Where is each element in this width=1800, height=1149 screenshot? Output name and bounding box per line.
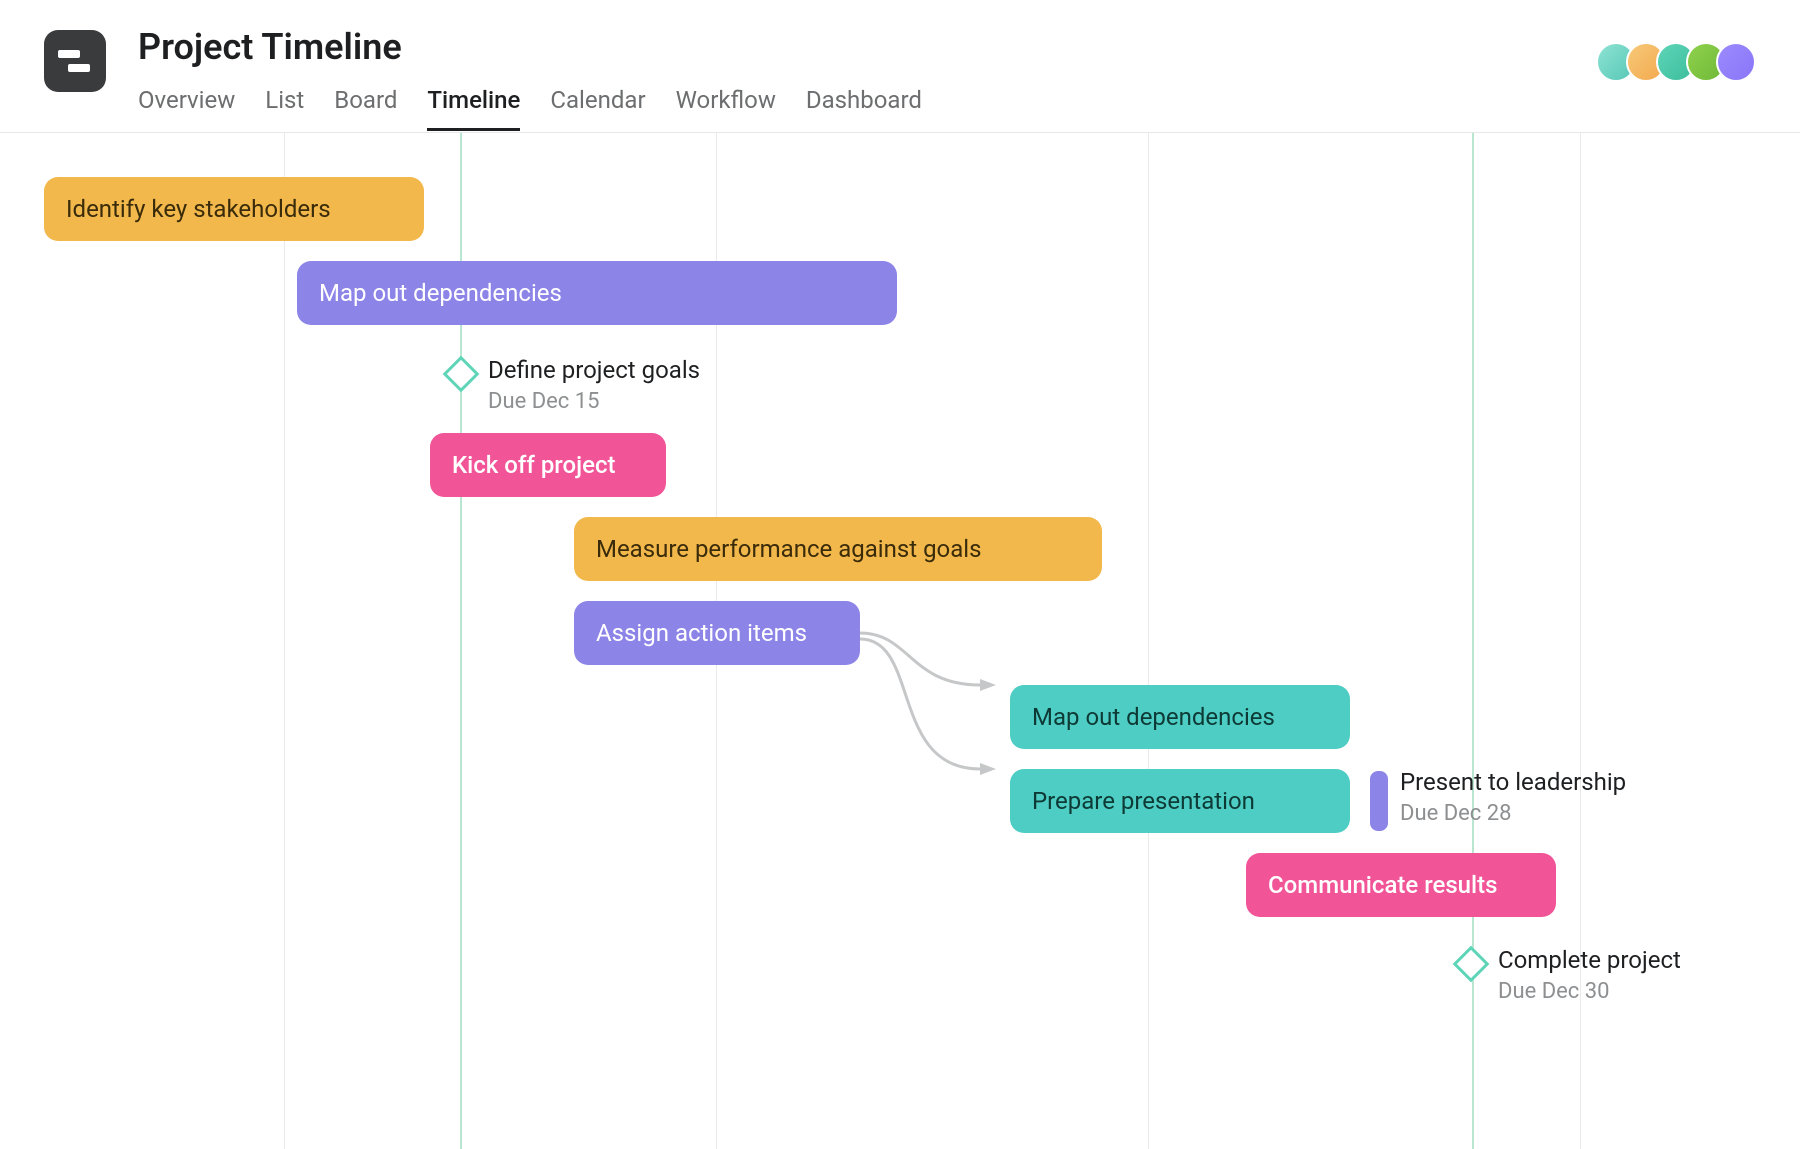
tab-workflow[interactable]: Workflow [676,86,776,131]
app-icon [44,30,106,92]
milestone-due: Due Dec 30 [1498,978,1681,1007]
task-pill-present[interactable] [1370,771,1388,831]
milestone-title: Present to leadership [1400,767,1626,798]
task-map-dependencies-2[interactable]: Map out dependencies [1010,685,1350,749]
dependency-arrow [860,623,1030,743]
milestone-text: Present to leadership Due Dec 28 [1400,767,1626,829]
tab-timeline[interactable]: Timeline [427,86,520,131]
tab-board[interactable]: Board [334,86,397,131]
dependency-arrow [860,623,1030,823]
header: Project Timeline Overview List Board Tim… [0,0,1800,133]
avatar[interactable] [1716,42,1756,82]
gridline [1148,133,1149,1149]
milestone-present-leadership[interactable]: Present to leadership Due Dec 28 [1400,767,1626,829]
task-measure-performance[interactable]: Measure performance against goals [574,517,1102,581]
task-assign-action-items[interactable]: Assign action items [574,601,860,665]
milestone-due: Due Dec 15 [488,388,700,417]
milestone-due: Due Dec 28 [1400,800,1626,829]
task-kick-off[interactable]: Kick off project [430,433,666,497]
diamond-icon [443,356,480,393]
milestone-define-goals[interactable]: Define project goals Due Dec 15 [448,355,700,417]
tabs: Overview List Board Timeline Calendar Wo… [138,86,922,131]
tab-dashboard[interactable]: Dashboard [806,86,922,131]
page-title: Project Timeline [138,26,922,68]
timeline-canvas[interactable]: Identify key stakeholders Map out depend… [0,133,1800,1149]
tab-calendar[interactable]: Calendar [550,86,645,131]
diamond-icon [1453,946,1490,983]
milestone-title: Complete project [1498,945,1681,976]
milestone-text: Define project goals Due Dec 15 [488,355,700,417]
tab-overview[interactable]: Overview [138,86,235,131]
task-prepare-presentation[interactable]: Prepare presentation [1010,769,1350,833]
milestone-complete-project[interactable]: Complete project Due Dec 30 [1458,945,1681,1007]
gridline [284,133,285,1149]
task-map-dependencies-1[interactable]: Map out dependencies [297,261,897,325]
tab-list[interactable]: List [265,86,304,131]
milestone-title: Define project goals [488,355,700,386]
task-identify-stakeholders[interactable]: Identify key stakeholders [44,177,424,241]
task-communicate-results[interactable]: Communicate results [1246,853,1556,917]
milestone-text: Complete project Due Dec 30 [1498,945,1681,1007]
title-block: Project Timeline Overview List Board Tim… [138,26,922,131]
collaborator-avatars [1606,42,1756,82]
